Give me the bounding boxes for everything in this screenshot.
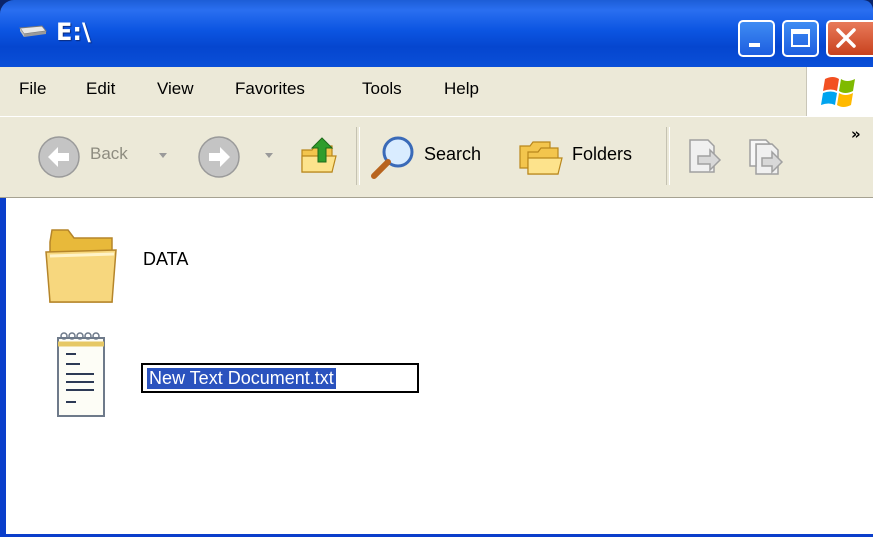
- back-button[interactable]: Back: [32, 130, 176, 182]
- standard-toolbar: Back Search Folders »: [0, 117, 873, 198]
- folders-button[interactable]: Folders: [512, 130, 654, 182]
- title-bar[interactable]: E:\: [0, 0, 873, 67]
- menu-help[interactable]: Help: [444, 79, 479, 99]
- search-button[interactable]: Search: [366, 130, 502, 182]
- maximize-icon: [791, 29, 810, 47]
- rename-selected-text: New Text Document.txt: [147, 368, 336, 389]
- toolbar-overflow-button[interactable]: »: [851, 125, 861, 143]
- forward-arrow-icon: [198, 136, 240, 178]
- back-dropdown-icon: [159, 153, 167, 158]
- toolbar-separator: [666, 127, 670, 185]
- menu-tools[interactable]: Tools: [362, 79, 402, 99]
- magnifier-icon: [371, 136, 414, 179]
- folders-icon: [519, 141, 563, 175]
- back-arrow-icon: [38, 136, 80, 178]
- text-document-icon: [57, 332, 105, 417]
- toolbar-separator: [356, 127, 360, 185]
- menu-view[interactable]: View: [157, 79, 194, 99]
- up-folder-button[interactable]: [294, 130, 346, 182]
- close-icon: [836, 28, 856, 48]
- minimize-icon: [749, 43, 760, 47]
- menu-edit[interactable]: Edit: [86, 79, 115, 99]
- windows-logo: [806, 67, 873, 116]
- rename-input[interactable]: New Text Document.txt: [141, 363, 419, 393]
- folders-label: Folders: [572, 144, 633, 164]
- windows-flag-icon: [821, 77, 855, 107]
- drive-icon: [19, 25, 47, 37]
- copy-to-icon: [749, 139, 784, 175]
- maximize-button[interactable]: [782, 20, 819, 57]
- move-to-button[interactable]: [678, 130, 728, 182]
- forward-button[interactable]: [192, 130, 282, 182]
- window-title: E:\: [56, 18, 91, 46]
- menu-file[interactable]: File: [19, 79, 46, 99]
- list-item[interactable]: DATA: [34, 216, 214, 306]
- minimize-button[interactable]: [738, 20, 775, 57]
- copy-to-button[interactable]: [740, 130, 790, 182]
- close-button[interactable]: [826, 20, 873, 57]
- move-to-icon: [689, 139, 722, 173]
- folder-up-icon: [301, 137, 337, 173]
- search-label: Search: [424, 144, 482, 164]
- back-label: Back: [90, 144, 128, 163]
- file-list-pane: DATA New Text Document.txt: [0, 198, 873, 537]
- item-label: DATA: [143, 249, 189, 269]
- menu-bar: File Edit View Favorites Tools Help: [0, 67, 873, 117]
- menu-favorites[interactable]: Favorites: [235, 79, 305, 99]
- explorer-window: E:\ File Edit View Favorites Tools Help: [0, 0, 873, 537]
- forward-dropdown-icon: [265, 153, 273, 158]
- folder-icon: [45, 229, 117, 303]
